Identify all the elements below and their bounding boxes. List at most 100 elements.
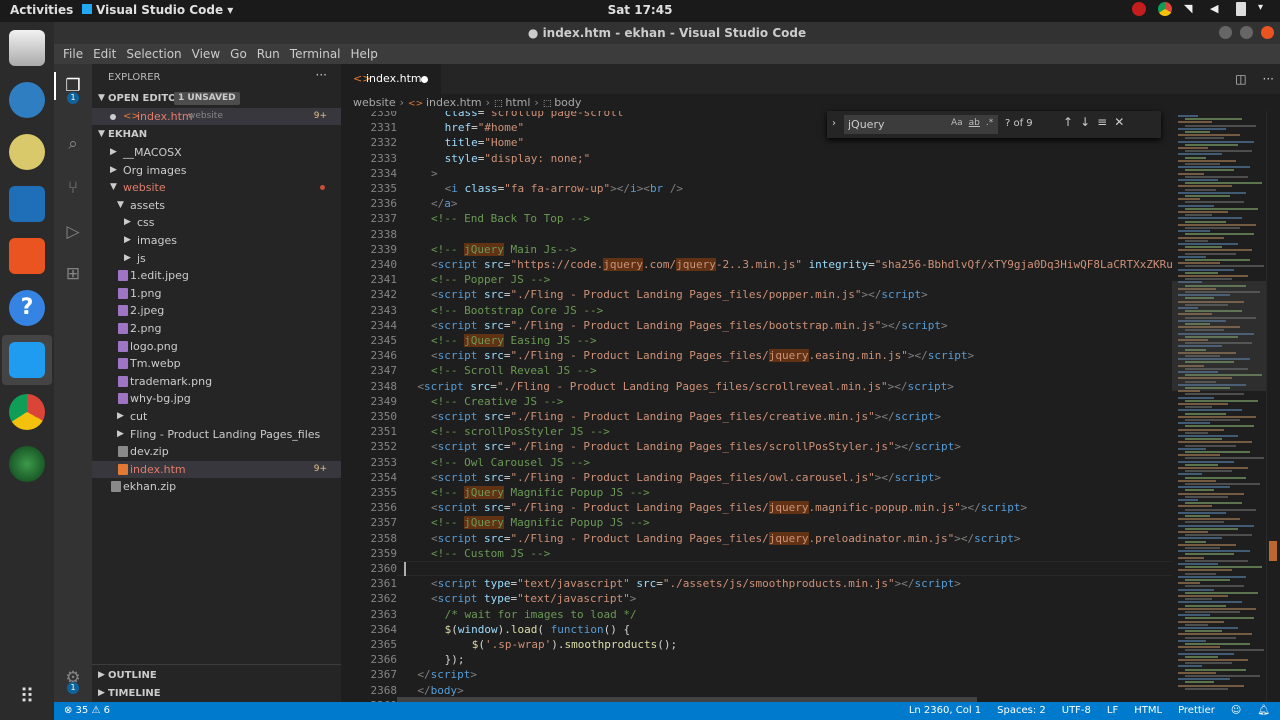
- code-line[interactable]: <script type="text/javascript">: [431, 591, 636, 606]
- code-line[interactable]: $(window).load( function() {: [445, 622, 630, 637]
- line-number[interactable]: 2366: [341, 652, 398, 667]
- code-line[interactable]: <script src="./Fling - Product Landing P…: [431, 409, 941, 424]
- code-line[interactable]: <!-- Owl Carousel JS -->: [431, 455, 590, 470]
- line-number[interactable]: 2344: [341, 318, 398, 333]
- code-line[interactable]: <script src="./Fling - Product Landing P…: [417, 379, 953, 394]
- tree-folder[interactable]: ▶ __MACOSX: [92, 144, 341, 161]
- code-line[interactable]: <script src="https://code.jquery.com/jqu…: [431, 257, 1172, 272]
- chrome-icon[interactable]: [1158, 2, 1172, 16]
- code-line[interactable]: });: [445, 652, 465, 667]
- show-apps-icon[interactable]: ⠿: [9, 678, 45, 714]
- breadcrumb-item[interactable]: website: [353, 96, 396, 109]
- code-editor[interactable]: 2330 class="scrollup page-scroll" 2331 href…: [341, 111, 1172, 702]
- line-number[interactable]: 2337: [341, 211, 398, 226]
- line-number[interactable]: 2331: [341, 120, 398, 135]
- maximize-button[interactable]: [1240, 26, 1253, 39]
- tree-folder[interactable]: ▶ Fling - Product Landing Pages_files: [92, 426, 341, 443]
- close-icon[interactable]: ✕: [1114, 115, 1124, 129]
- code-line[interactable]: /* wait for images to load */: [445, 607, 637, 622]
- code-line[interactable]: <!-- Creative JS -->: [431, 394, 563, 409]
- line-number[interactable]: 2343: [341, 303, 398, 318]
- line-number[interactable]: 2363: [341, 607, 398, 622]
- line-number[interactable]: 2354: [341, 470, 398, 485]
- code-line[interactable]: </body>: [417, 683, 463, 698]
- extensions-icon[interactable]: ⊞: [63, 264, 83, 284]
- tree-file[interactable]: 1.png: [92, 285, 341, 302]
- line-number[interactable]: 2339: [341, 242, 398, 257]
- tree-file[interactable]: trademark.png: [92, 373, 341, 390]
- tree-file[interactable]: dev.zip: [92, 443, 341, 460]
- line-number[interactable]: 2365: [341, 637, 398, 652]
- run-debug-icon[interactable]: ▷: [63, 222, 83, 242]
- unsaved-dot-icon[interactable]: [110, 114, 116, 120]
- code-line[interactable]: <!-- Bootstrap Core JS -->: [431, 303, 603, 318]
- tree-file[interactable]: Tm.webp: [92, 355, 341, 372]
- line-number[interactable]: 2367: [341, 667, 398, 682]
- menu-view[interactable]: View: [187, 44, 225, 64]
- wifi-icon[interactable]: ◥: [1184, 2, 1198, 16]
- code-line[interactable]: >: [431, 166, 438, 181]
- line-number[interactable]: 2359: [341, 546, 398, 561]
- volume-icon[interactable]: ◀: [1210, 2, 1224, 16]
- line-number[interactable]: 2361: [341, 576, 398, 591]
- tree-folder[interactable]: ▶ Org images: [92, 162, 341, 179]
- breadcrumb-item[interactable]: html: [505, 96, 530, 109]
- activities-button[interactable]: Activities: [10, 3, 73, 17]
- tree-file[interactable]: ekhan.zip: [92, 478, 341, 495]
- line-number[interactable]: 2336: [341, 196, 398, 211]
- code-line[interactable]: <!-- jQuery Magnific Popup JS -->: [431, 515, 650, 530]
- line-number[interactable]: 2352: [341, 439, 398, 454]
- toggle-replace-icon[interactable]: ›: [832, 118, 836, 129]
- minimap[interactable]: [1172, 111, 1266, 702]
- line-number[interactable]: 2342: [341, 287, 398, 302]
- minimap-viewport[interactable]: [1172, 281, 1266, 391]
- tree-file[interactable]: 2.jpeg: [92, 302, 341, 319]
- line-number[interactable]: 2351: [341, 424, 398, 439]
- line-number[interactable]: 2348: [341, 379, 398, 394]
- breadcrumb-item[interactable]: body: [554, 96, 581, 109]
- search-icon[interactable]: ⌕: [63, 134, 83, 154]
- more-actions-icon[interactable]: ···: [1263, 72, 1274, 86]
- tree-folder[interactable]: ▶ cut: [92, 408, 341, 425]
- code-line[interactable]: <!-- Custom JS -->: [431, 546, 550, 561]
- thunderbird-icon[interactable]: [9, 82, 45, 118]
- breadcrumb-item[interactable]: index.htm: [426, 96, 482, 109]
- code-line[interactable]: title="Home": [445, 135, 525, 150]
- help-icon[interactable]: ?: [9, 290, 45, 326]
- tree-folder[interactable]: ▶ js: [92, 250, 341, 267]
- root-folder-header[interactable]: ▼ EKHAN: [92, 126, 341, 143]
- line-number[interactable]: 2335: [341, 181, 398, 196]
- timeline-header[interactable]: ▶ TIMELINE: [92, 685, 341, 702]
- line-number[interactable]: 2362: [341, 591, 398, 606]
- menu-help[interactable]: Help: [346, 44, 383, 64]
- language-mode[interactable]: HTML: [1134, 705, 1162, 716]
- notifications-icon[interactable]: 🔔︎: [1257, 705, 1270, 716]
- menu-file[interactable]: File: [58, 44, 88, 64]
- power-menu-icon[interactable]: ▾: [1258, 2, 1272, 16]
- source-control-icon[interactable]: ⑂: [63, 178, 83, 198]
- line-number[interactable]: 2368: [341, 683, 398, 698]
- code-line[interactable]: <!-- End Back To Top -->: [431, 211, 590, 226]
- tree-file[interactable]: index.htm 9+: [92, 460, 341, 478]
- line-number[interactable]: 2356: [341, 500, 398, 515]
- more-actions-icon[interactable]: ···: [316, 68, 327, 82]
- tree-file[interactable]: 1.edit.jpeg: [92, 267, 341, 284]
- code-line[interactable]: <i class="fa fa-arrow-up"></i><br />: [445, 181, 683, 196]
- unsaved-dot-icon[interactable]: [421, 76, 428, 83]
- code-line[interactable]: <script src="./Fling - Product Landing P…: [431, 348, 974, 363]
- feedback-icon[interactable]: ☺: [1231, 705, 1241, 716]
- code-line[interactable]: <script src="./Fling - Product Landing P…: [431, 470, 941, 485]
- code-line[interactable]: class="scrollup page-scroll": [445, 111, 630, 120]
- line-number[interactable]: 2364: [341, 622, 398, 637]
- line-number[interactable]: 2340: [341, 257, 398, 272]
- tree-file[interactable]: why-bg.jpg: [92, 390, 341, 407]
- app-menu[interactable]: Visual Studio Code ▾: [82, 3, 233, 17]
- code-line[interactable]: <!-- jQuery Easing JS -->: [431, 333, 597, 348]
- globe-icon[interactable]: [9, 446, 45, 482]
- code-line[interactable]: $('.sp-wrap').smoothproducts();: [472, 637, 677, 652]
- code-line[interactable]: <script src="./Fling - Product Landing P…: [431, 531, 1020, 546]
- code-line[interactable]: <!-- scrollPosStyler JS -->: [431, 424, 610, 439]
- line-number[interactable]: 2346: [341, 348, 398, 363]
- menu-terminal[interactable]: Terminal: [285, 44, 346, 64]
- line-number[interactable]: 2330: [341, 111, 398, 120]
